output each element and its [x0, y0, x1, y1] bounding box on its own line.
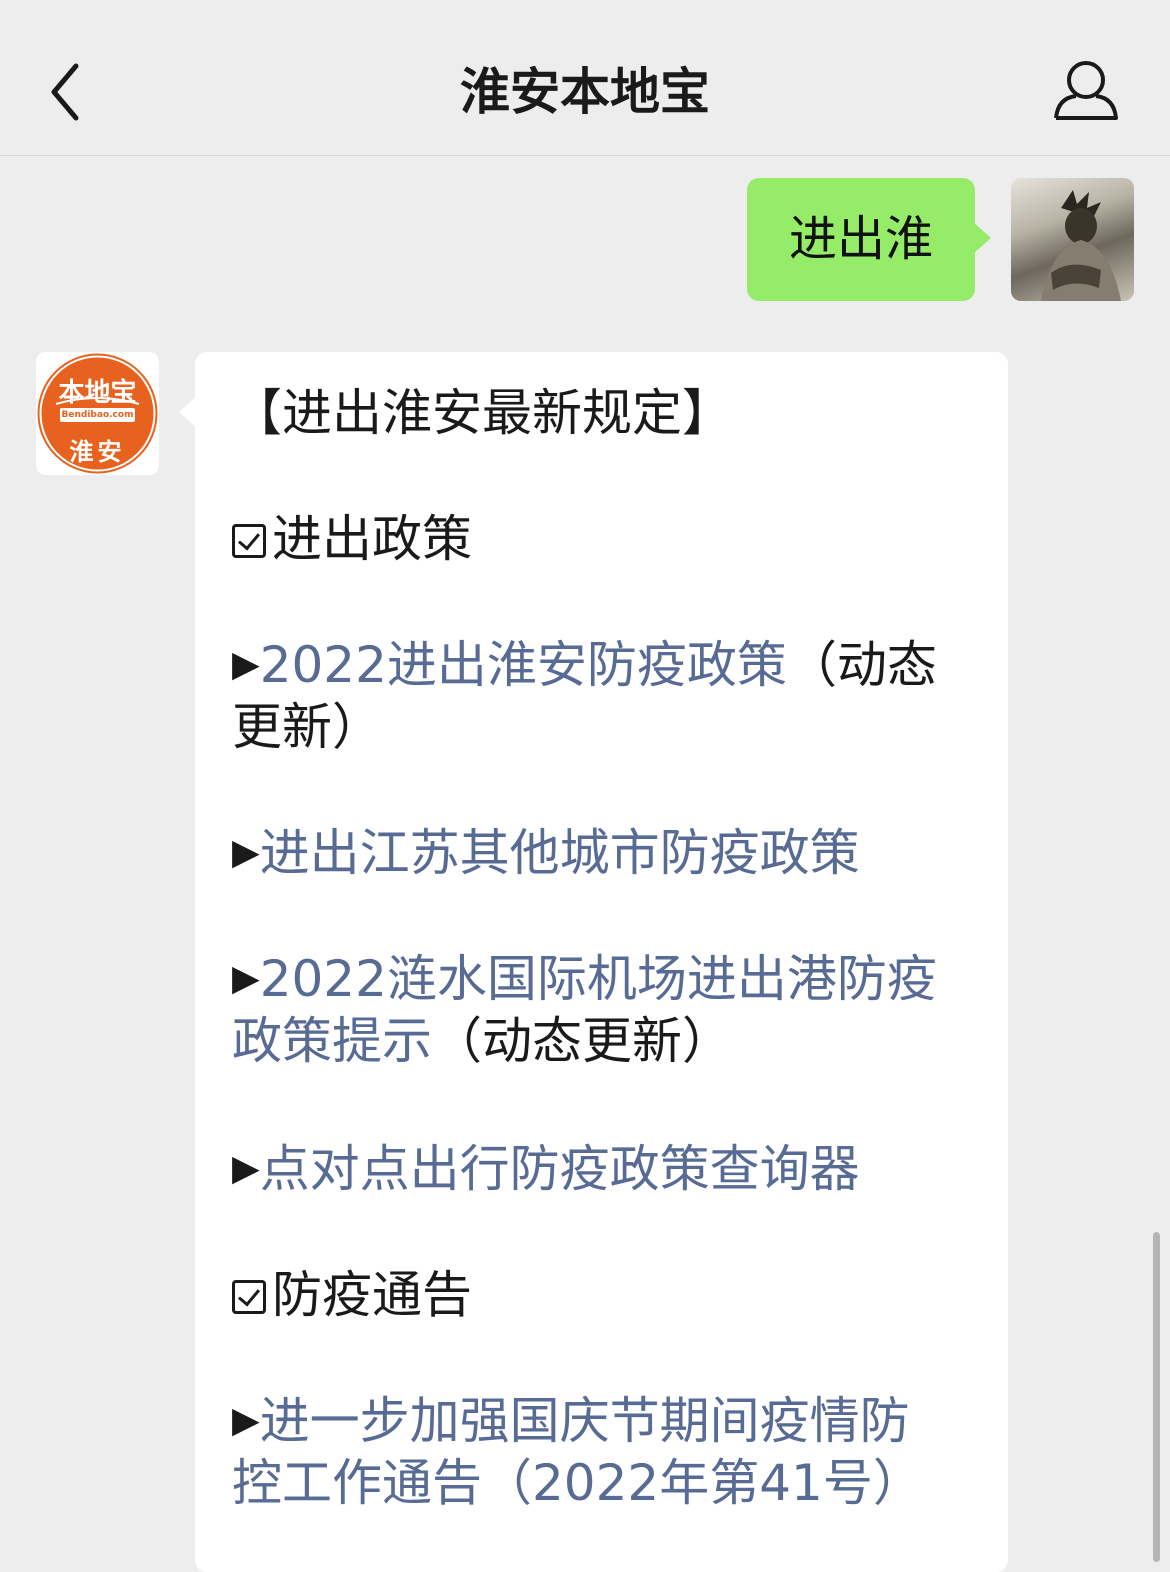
travel-query-link[interactable]: 点对点出行防疫政策查询器 — [260, 1140, 860, 1198]
chat-title: 淮安本地宝 — [460, 63, 710, 121]
policy-link[interactable]: 2022进出淮安防疫政策 — [260, 636, 787, 694]
link-suffix: （动态更新） — [432, 1012, 732, 1070]
triangle-right-icon: ▶ — [232, 958, 260, 999]
notice-link-cont[interactable]: 控工作通告（2022年第41号） — [232, 1454, 923, 1512]
triangle-right-icon: ▶ — [232, 644, 260, 685]
link-suffix: （动态 — [786, 636, 937, 694]
checkbox-icon — [232, 1280, 266, 1314]
outgoing-message-text: 进出淮 — [788, 211, 933, 267]
bot-logo-city: 淮安 — [69, 438, 126, 466]
user-avatar-image — [1041, 190, 1121, 301]
chevron-left-icon[interactable] — [42, 58, 102, 126]
bubble-tail — [973, 222, 991, 254]
list-item-continuation: 政策提示（动态更新） — [232, 1010, 732, 1072]
section-heading-policy: 进出政策 — [232, 508, 472, 570]
bot-logo-domain: Bendibao.com — [60, 408, 135, 422]
triangle-right-icon: ▶ — [232, 1400, 260, 1441]
section-label: 防疫通告 — [272, 1266, 472, 1324]
list-item-continuation: 更新） — [232, 698, 382, 756]
scrollbar[interactable] — [1153, 1232, 1160, 1562]
triangle-right-icon: ▶ — [232, 832, 260, 873]
bubble-tail — [179, 396, 197, 428]
user-avatar[interactable] — [1011, 178, 1134, 301]
airport-policy-link-cont[interactable]: 政策提示 — [232, 1012, 432, 1070]
triangle-right-icon: ▶ — [232, 1148, 260, 1189]
list-item: ▶2022涟水国际机场进出港防疫 — [232, 948, 937, 1010]
list-item: ▶进一步加强国庆节期间疫情防 — [232, 1390, 910, 1452]
list-item: ▶进出江苏其他城市防疫政策 — [232, 822, 860, 884]
notice-link[interactable]: 进一步加强国庆节期间疫情防 — [260, 1392, 910, 1450]
outgoing-message-bubble[interactable]: 进出淮 — [747, 178, 991, 301]
jiangsu-policy-link[interactable]: 进出江苏其他城市防疫政策 — [260, 824, 860, 882]
list-item-continuation: 控工作通告（2022年第41号） — [232, 1452, 923, 1514]
airport-policy-link[interactable]: 2022涟水国际机场进出港防疫 — [260, 950, 937, 1008]
navigation-bar: 淮安本地宝 — [0, 0, 1170, 156]
bot-logo-text: 本地宝 — [58, 378, 137, 408]
list-item: ▶2022进出淮安防疫政策（动态 — [232, 634, 937, 696]
section-label: 进出政策 — [272, 510, 472, 568]
person-icon[interactable] — [1050, 58, 1122, 124]
bot-avatar[interactable]: 本地宝 Bendibao.com 淮安 — [36, 352, 159, 475]
list-item: ▶点对点出行防疫政策查询器 — [232, 1138, 860, 1200]
checkbox-icon — [232, 524, 266, 558]
message-heading: 【进出淮安最新规定】 — [232, 384, 732, 442]
section-heading-notice: 防疫通告 — [232, 1264, 472, 1326]
